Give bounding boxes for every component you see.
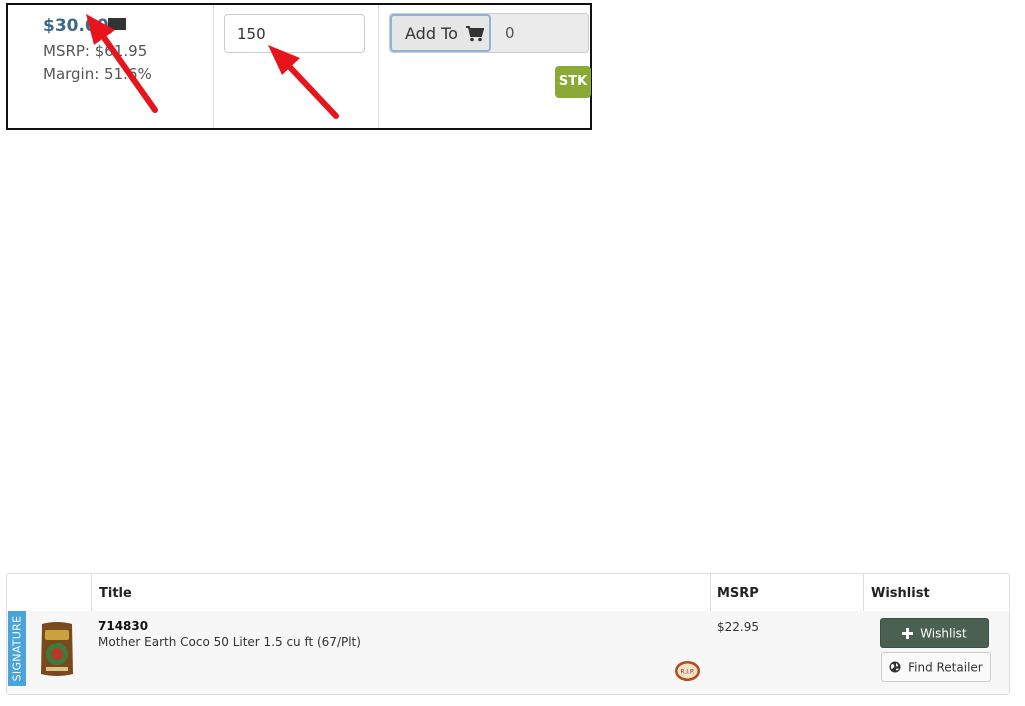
add-to-cart-group: Add To 0 [389,13,589,53]
product-table: Title MSRP Wishlist SIGNATURE 714830 Mot… [6,573,1010,695]
signature-label: SIGNATURE [10,615,24,682]
rip-badge-text: R.I.P. [680,669,694,676]
cart-icon [466,25,484,41]
quantity-cell [214,5,379,128]
signature-ribbon: SIGNATURE [8,611,26,686]
find-retailer-label: Find Retailer [908,660,983,675]
wishlist-label: Wishlist [920,626,967,641]
product-image[interactable] [39,620,75,678]
cart-cell: Add To 0 STK [379,5,591,128]
stock-badge: STK [555,66,591,98]
plus-icon [902,627,914,639]
add-to-label: Add To [405,24,458,43]
msrp-text: MSRP: $61.95 [43,42,148,60]
header-wishlist: Wishlist [871,586,930,601]
price-link[interactable]: $30.00 [43,16,109,36]
header-title: Title [99,586,132,601]
quantity-input[interactable] [224,14,365,53]
price-cell: $30.00 MSRP: $61.95 Margin: 51.6% [8,5,214,128]
header-msrp: MSRP [717,586,759,601]
add-to-cart-button[interactable]: Add To [390,14,491,52]
product-sku: 714830 [98,619,149,633]
table-row: SIGNATURE 714830 Mother Earth Coco 50 Li… [7,611,1009,694]
pricing-callout: $30.00 MSRP: $61.95 Margin: 51.6% Add To… [6,3,592,130]
cart-quantity-field[interactable]: 0 [505,14,515,52]
margin-text: Margin: 51.6% [43,65,152,83]
msrp-value: $22.95 [717,620,759,634]
product-title[interactable]: Mother Earth Coco 50 Liter 1.5 cu ft (67… [98,635,361,649]
find-retailer-button[interactable]: Find Retailer [881,652,991,682]
table-header: Title MSRP Wishlist [7,574,1009,612]
rip-badge: R.I.P. [675,661,700,681]
add-to-wishlist-button[interactable]: Wishlist [880,618,989,648]
globe-icon [889,661,901,673]
comment-icon[interactable] [107,17,127,35]
